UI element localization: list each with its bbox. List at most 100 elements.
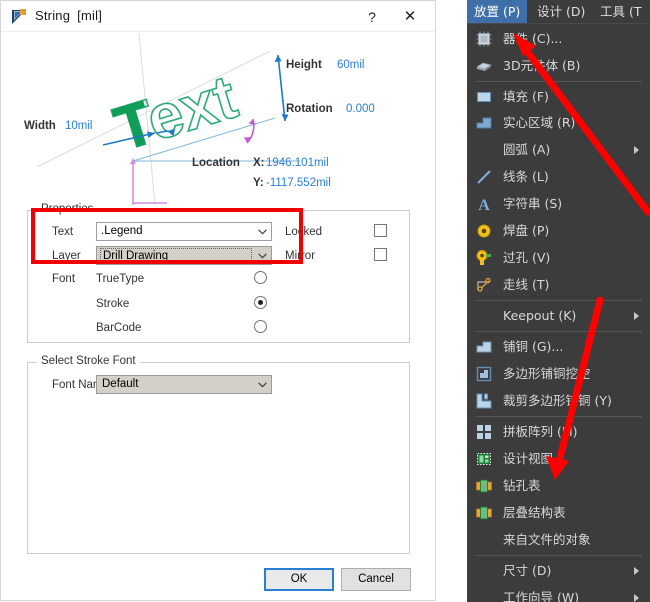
submenu-arrow-icon [634, 594, 639, 602]
menu-item-panel-array[interactable]: 拼板阵列 (M) [467, 419, 650, 445]
menu-item-label: 来自文件的对象 [503, 532, 591, 547]
menu-item-string[interactable]: A 字符串 (S) [467, 191, 650, 217]
layer-label: Layer [52, 250, 81, 262]
font-name-value: Default [102, 378, 139, 390]
menu-item-label: 拼板阵列 (M) [503, 424, 578, 439]
menu-item-component[interactable]: 器件 (C)... [467, 26, 650, 52]
panel-array-icon [475, 423, 493, 441]
menu-item-drill-table[interactable]: 钻孔表 [467, 473, 650, 499]
text-value: .Legend [101, 225, 143, 237]
menu-bar: 放置 (P) 设计 (D) 工具 (T [467, 0, 650, 23]
height-label: Height [286, 59, 322, 71]
cancel-button[interactable]: Cancel [341, 568, 411, 591]
design-view-icon [475, 450, 493, 468]
font-option-truetype-label: TrueType [96, 273, 145, 285]
layer-value: Drill Drawing [100, 248, 252, 263]
place-menu-panel: 放置 (P) 设计 (D) 工具 (T 器件 (C)... 3D元件体 (B) … [467, 0, 650, 602]
text-label: Text [52, 226, 74, 238]
font-name-combobox[interactable]: Default [96, 375, 272, 394]
menu-item-fill[interactable]: 填充 (F) [467, 84, 650, 110]
via-icon [475, 249, 493, 267]
menu-item-label: 走线 (T) [503, 277, 550, 292]
select-stroke-font-group: Select Stroke Font Font Name Default [27, 355, 410, 554]
dialog-title: String [mil] [35, 8, 103, 23]
mirror-label: Mirror [285, 250, 316, 262]
text-preview: Text Text Height 60mil Rotation 0.000 Wi… [15, 33, 421, 205]
properties-group: Properties Text .Legend Layer Drill Draw… [27, 203, 410, 343]
menu-separator [475, 81, 642, 82]
menu-item-keepout[interactable]: Keepout (K) [467, 303, 650, 329]
text-combobox[interactable]: .Legend [96, 222, 272, 241]
menu-item-label: 尺寸 (D) [503, 563, 552, 578]
place-dropdown-menu: 器件 (C)... 3D元件体 (B) 填充 (F) 实心区域 (R) 圆弧 (… [467, 23, 650, 602]
locked-checkbox[interactable] [374, 224, 387, 237]
font-option-stroke-radio[interactable] [254, 296, 267, 309]
menubar-item-tools[interactable]: 工具 (T [593, 0, 649, 23]
menu-item-polygon-pour[interactable]: 铺铜 (G)... [467, 334, 650, 360]
menu-item-label: 实心区域 (R) [503, 115, 576, 130]
rotation-label: Rotation [286, 103, 333, 115]
font-option-stroke-label: Stroke [96, 298, 130, 310]
menu-item-label: 裁剪多边形铺铜 (Y) [503, 393, 612, 408]
chevron-down-icon [253, 376, 271, 393]
polygon-cutout-icon [475, 365, 493, 383]
submenu-arrow-icon [634, 567, 639, 575]
menubar-item-design[interactable]: 设计 (D) [530, 0, 592, 23]
menu-item-label: 多边形铺铜挖空 [503, 366, 591, 381]
polygon-pour-icon [475, 338, 493, 356]
chip-icon [475, 30, 493, 48]
menu-item-polygon-cutout[interactable]: 多边形铺铜挖空 [467, 361, 650, 387]
line-icon [475, 168, 493, 186]
properties-group-title: Properties [37, 203, 98, 215]
location-y-value: -1117.552mil [266, 177, 331, 189]
menu-item-label: 工作向导 (W) [503, 590, 580, 602]
location-label: Location [192, 157, 240, 169]
drill-table-icon [475, 477, 493, 495]
string-properties-dialog: String [mil] ? ✕ Text Text Height 60mil … [0, 0, 436, 601]
layer-combobox[interactable]: Drill Drawing [96, 246, 272, 265]
menu-item-polygon-slice[interactable]: 裁剪多边形铺铜 (Y) [467, 388, 650, 414]
menu-item-dimension[interactable]: 尺寸 (D) [467, 558, 650, 584]
menu-item-solid-region[interactable]: 实心区域 (R) [467, 110, 650, 136]
close-icon[interactable]: ✕ [397, 6, 423, 28]
3d-body-icon [475, 57, 493, 75]
layer-stack-table-icon [475, 504, 493, 522]
menu-item-3d-body[interactable]: 3D元件体 (B) [467, 53, 650, 79]
screen-root: String [mil] ? ✕ Text Text Height 60mil … [0, 0, 650, 602]
width-label: Width [24, 120, 56, 132]
menu-item-arc[interactable]: 圆弧 (A) [467, 137, 650, 163]
menubar-item-place[interactable]: 放置 (P) [467, 0, 528, 23]
menu-item-label: 钻孔表 [503, 478, 541, 493]
location-x-label: X: [253, 157, 265, 169]
font-label: Font [52, 273, 76, 285]
menu-item-track[interactable]: 走线 (T) [467, 272, 650, 298]
menu-item-pad[interactable]: 焊盘 (P) [467, 218, 650, 244]
menu-item-via[interactable]: 过孔 (V) [467, 245, 650, 271]
locked-label: Locked [285, 226, 323, 238]
menu-item-label: 字符串 (S) [503, 196, 563, 211]
menu-item-design-view[interactable]: 设计视图 [467, 446, 650, 472]
menu-item-label: Keepout (K) [503, 308, 577, 323]
chevron-down-icon [253, 223, 271, 240]
height-value: 60mil [337, 59, 365, 71]
font-option-barcode-label: BarCode [96, 322, 142, 334]
menu-item-label: 3D元件体 (B) [503, 58, 581, 73]
font-option-barcode-radio[interactable] [254, 320, 267, 333]
svg-text:A: A [478, 197, 490, 213]
menu-item-object-from-file[interactable]: 来自文件的对象 [467, 527, 650, 553]
track-icon [475, 276, 493, 294]
font-option-truetype-radio[interactable] [254, 271, 267, 284]
menu-separator [475, 555, 642, 556]
location-y-label: Y: [253, 177, 264, 189]
menu-item-work-guide[interactable]: 工作向导 (W) [467, 585, 650, 602]
pad-icon [475, 222, 493, 240]
menu-item-layer-stack-table[interactable]: 层叠结构表 [467, 500, 650, 526]
menu-item-line[interactable]: 线条 (L) [467, 164, 650, 190]
menu-item-label: 器件 (C)... [503, 31, 563, 46]
ok-button[interactable]: OK [264, 568, 334, 591]
help-button[interactable]: ? [359, 6, 385, 28]
mirror-checkbox[interactable] [374, 248, 387, 261]
menu-separator [475, 300, 642, 301]
submenu-arrow-icon [634, 146, 639, 154]
menu-item-label: 线条 (L) [503, 169, 549, 184]
